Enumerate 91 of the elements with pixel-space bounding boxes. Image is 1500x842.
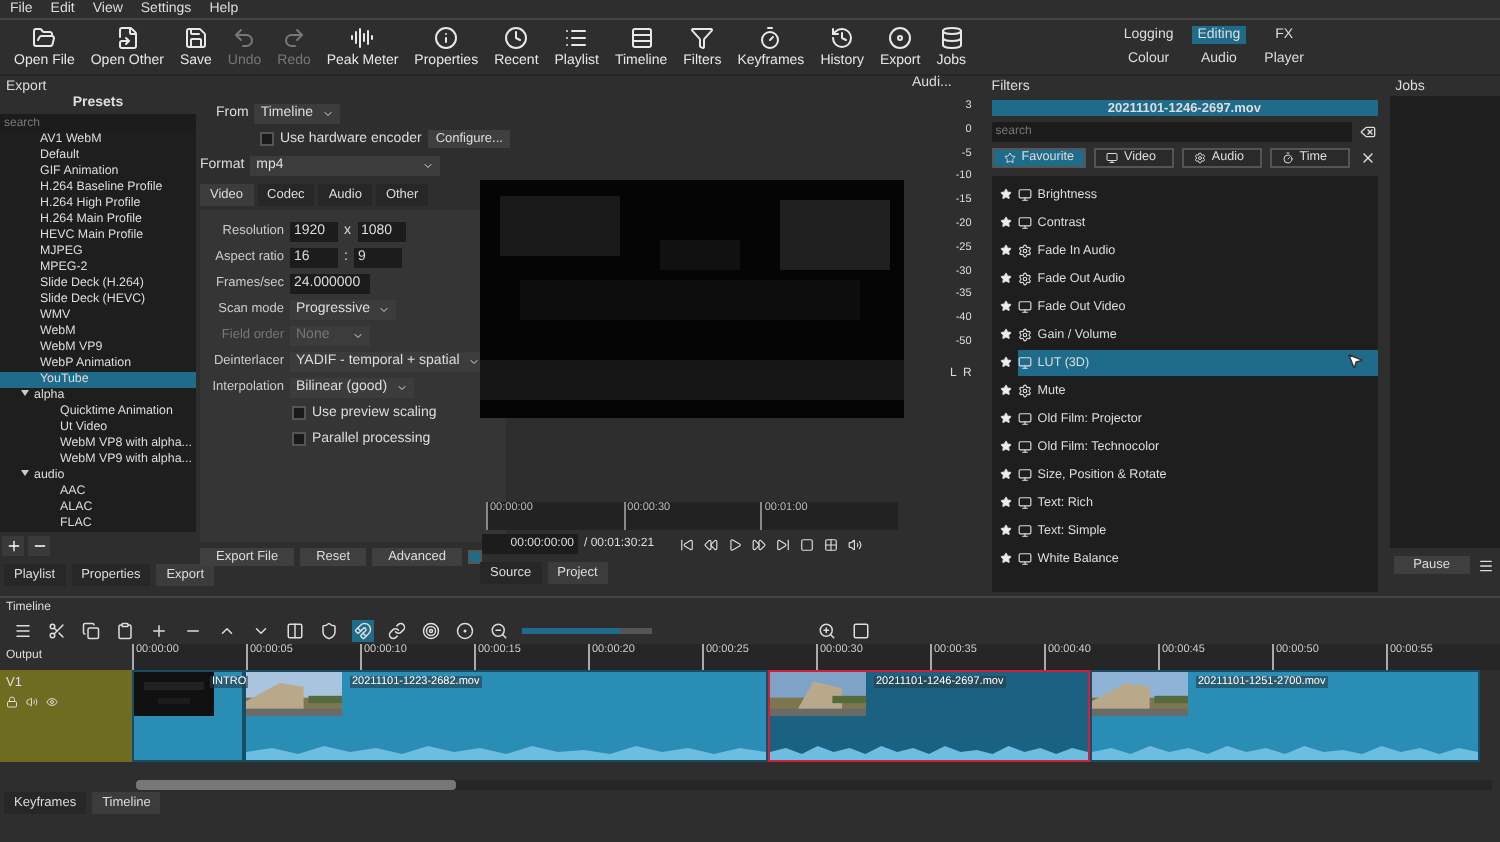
monitor-icon: [1017, 299, 1032, 313]
monitor-icon: [1017, 495, 1032, 509]
speaker-icon[interactable]: [848, 537, 863, 551]
eye-icon[interactable]: [46, 695, 58, 708]
caret-icon: [467, 355, 480, 367]
link-icon[interactable]: [388, 621, 406, 640]
disc-icon: [888, 26, 913, 50]
target-icon[interactable]: [422, 621, 440, 640]
waveform-icon: [350, 26, 375, 50]
magnet-icon: [354, 621, 372, 640]
star-icon[interactable]: [999, 300, 1012, 312]
zoom-out-icon[interactable]: [490, 621, 508, 640]
hardware-checkbox[interactable]: [260, 132, 274, 146]
monitor-icon: [1017, 439, 1032, 453]
info-icon: [434, 26, 459, 50]
caret-icon: [422, 159, 435, 171]
folder-icon: [32, 26, 57, 50]
clock-icon: [504, 26, 529, 50]
star-icon[interactable]: [999, 328, 1012, 340]
caret-icon: [321, 107, 334, 119]
save-icon: [183, 26, 208, 50]
star-icon[interactable]: [999, 496, 1012, 508]
monitor-icon: [1017, 411, 1032, 425]
pointer-icon: [1345, 352, 1364, 370]
undo-icon: [232, 26, 257, 50]
scissors-icon[interactable]: [48, 621, 66, 640]
gear-icon: [1017, 327, 1032, 341]
scrollbar[interactable]: [136, 780, 1492, 790]
menu-icon[interactable]: [1478, 557, 1494, 573]
monitor-icon: [1017, 355, 1032, 369]
skip-forward-icon[interactable]: [776, 537, 791, 551]
gear-icon: [1017, 271, 1032, 285]
star-icon[interactable]: [999, 188, 1012, 200]
monitor-icon: [1017, 523, 1032, 537]
filter-icon: [690, 26, 715, 50]
snap-button[interactable]: [352, 619, 374, 642]
star-icon[interactable]: [999, 356, 1012, 368]
star-icon[interactable]: [999, 552, 1012, 564]
skip-back-icon[interactable]: [680, 537, 695, 551]
zoom-slider[interactable]: [522, 627, 652, 634]
gear-icon: [1017, 383, 1032, 397]
advanced-checkbox[interactable]: [467, 550, 482, 564]
caret-icon[interactable]: [20, 468, 30, 478]
star-icon[interactable]: [999, 440, 1012, 452]
monitor-icon: [1017, 551, 1032, 565]
stopwatch-icon: [1281, 151, 1294, 163]
stopwatch-icon: [758, 26, 783, 50]
circle-dot-icon[interactable]: [456, 621, 474, 640]
option-checkbox[interactable]: [292, 406, 306, 420]
history-icon: [830, 26, 855, 50]
lock-icon[interactable]: [6, 695, 18, 708]
star-icon[interactable]: [999, 412, 1012, 424]
add-button[interactable]: [2, 536, 24, 556]
rows-icon: [629, 26, 654, 50]
remove-button[interactable]: [28, 536, 50, 556]
close-icon[interactable]: [1359, 149, 1376, 165]
clipboard-icon[interactable]: [116, 621, 134, 640]
clear-icon[interactable]: [1359, 123, 1376, 139]
redo-icon: [282, 26, 306, 50]
zoom-in-icon[interactable]: [818, 621, 836, 640]
play-icon[interactable]: [728, 537, 743, 551]
star-icon[interactable]: [999, 272, 1012, 284]
monitor-icon: [1106, 151, 1119, 163]
monitor-icon: [1017, 215, 1032, 229]
gear-icon: [1017, 243, 1032, 257]
monitor-icon: [1017, 467, 1032, 481]
star-icon[interactable]: [999, 468, 1012, 480]
zoom-fit-icon[interactable]: [852, 621, 870, 640]
rewind-icon[interactable]: [704, 537, 719, 551]
monitor-icon: [1017, 187, 1032, 201]
star-icon[interactable]: [999, 216, 1012, 228]
gear-icon: [1193, 151, 1206, 163]
caret-icon: [352, 329, 364, 341]
star-icon: [1003, 151, 1016, 163]
columns-icon[interactable]: [286, 621, 304, 640]
file-arrow-icon: [115, 26, 140, 50]
caret-icon: [395, 381, 408, 393]
copy-icon[interactable]: [82, 621, 100, 640]
star-icon[interactable]: [999, 244, 1012, 256]
database-icon: [939, 26, 964, 50]
fast-forward-icon[interactable]: [752, 537, 767, 551]
star-icon[interactable]: [999, 384, 1012, 396]
stop-icon[interactable]: [800, 537, 815, 551]
shield-icon[interactable]: [320, 621, 338, 640]
star-icon[interactable]: [999, 524, 1012, 536]
plus-icon[interactable]: [150, 621, 168, 640]
plus-icon: [5, 538, 21, 554]
caret-icon: [377, 303, 390, 315]
menu-icon[interactable]: [14, 621, 32, 640]
option-checkbox[interactable]: [292, 432, 306, 446]
grid-icon[interactable]: [824, 537, 839, 551]
